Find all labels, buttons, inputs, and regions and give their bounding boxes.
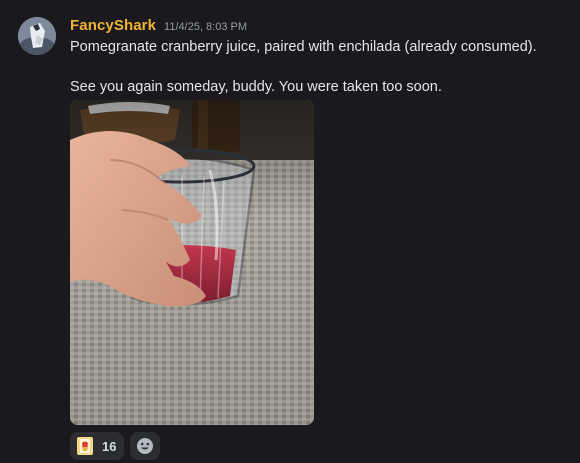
message-timestamp: 11/4/25, 8:03 PM bbox=[164, 21, 248, 33]
reaction-count: 16 bbox=[102, 438, 117, 454]
message-header: FancyShark 11/4/25, 8:03 PM bbox=[70, 17, 247, 35]
username[interactable]: FancyShark bbox=[70, 17, 156, 34]
avatar-image-icon bbox=[18, 17, 56, 55]
reactions-bar: 16 bbox=[70, 432, 161, 460]
photo-juice-glass bbox=[70, 100, 314, 425]
message-text-line: Pomegranate cranberry juice, paired with… bbox=[70, 39, 537, 55]
image-attachment[interactable] bbox=[70, 100, 314, 425]
emoji-image-icon bbox=[77, 437, 93, 455]
user-avatar[interactable] bbox=[18, 17, 56, 55]
add-reaction-button[interactable] bbox=[130, 432, 161, 460]
reaction-pill[interactable]: 16 bbox=[70, 432, 125, 460]
chat-message: FancyShark 11/4/25, 8:03 PM Pomegranate … bbox=[0, 0, 580, 463]
smiley-add-reaction-icon bbox=[137, 438, 154, 454]
message-text-line: See you again someday, buddy. You were t… bbox=[70, 79, 442, 95]
